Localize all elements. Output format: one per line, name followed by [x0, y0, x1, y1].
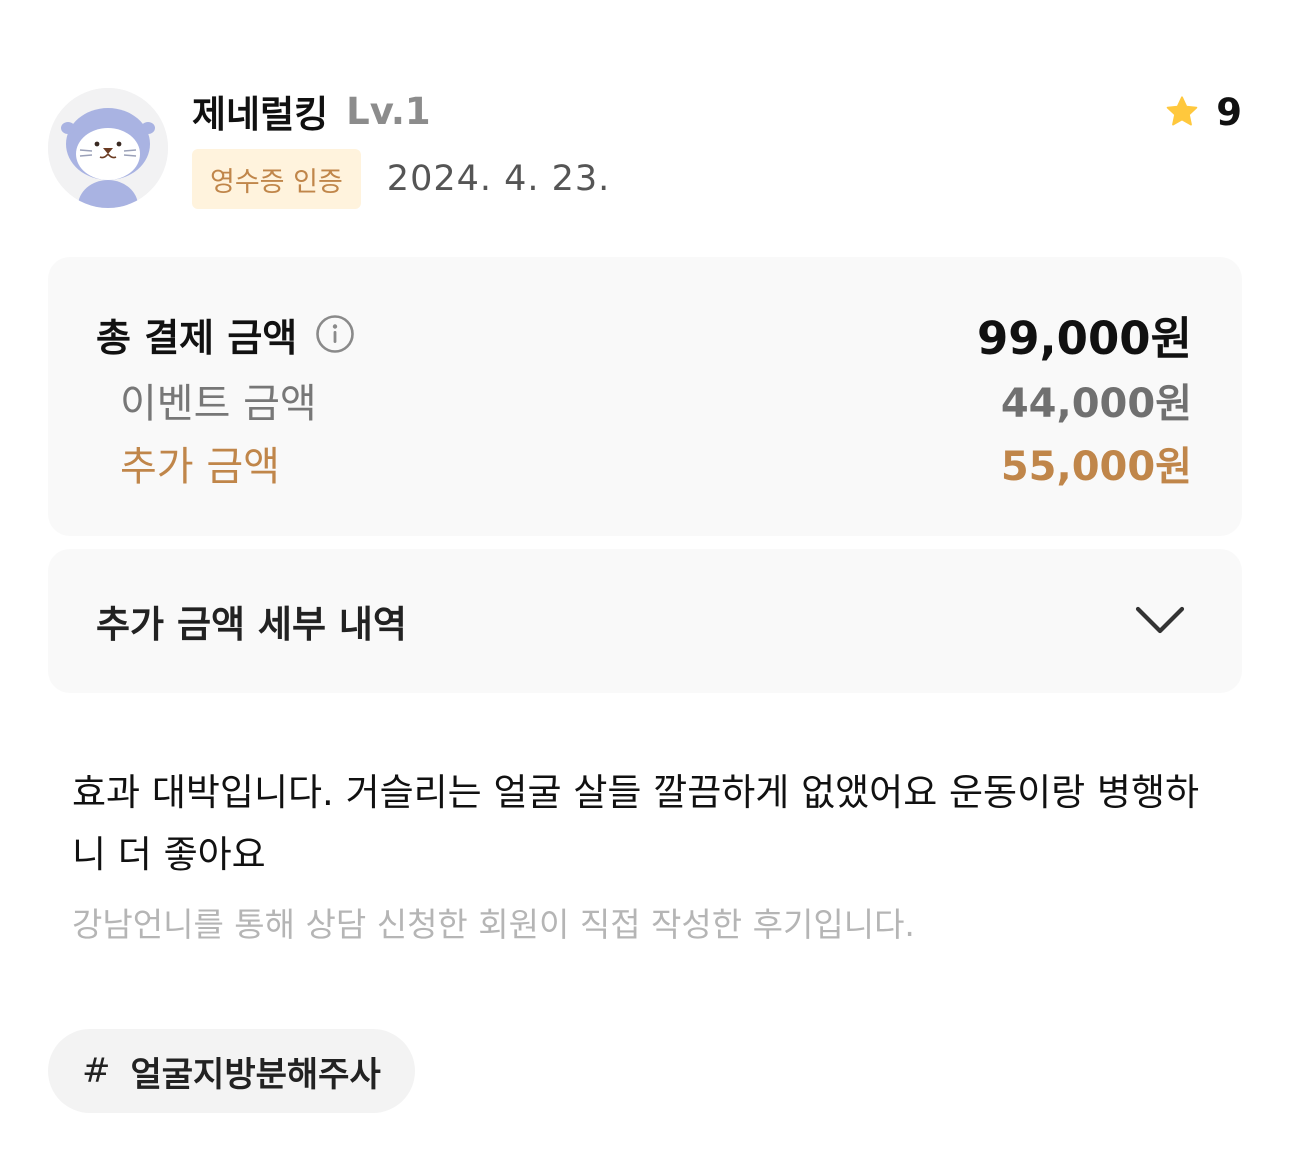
username[interactable]: 제네럴킹: [192, 84, 328, 138]
event-price-label: 이벤트 금액: [120, 381, 317, 427]
star-icon: [1164, 94, 1200, 130]
otter-avatar-icon: [48, 88, 168, 208]
review-text: 효과 대박입니다. 거슬리는 얼굴 살들 깔끔하게 없앴어요 운동이랑 병행하니…: [72, 771, 1200, 876]
rating: 9: [1164, 90, 1242, 134]
hashtag-chip[interactable]: # 얼굴지방분해주사: [48, 1029, 415, 1113]
total-price-row: 총 결제 금액 99,000원: [48, 306, 1242, 365]
hashtag-symbol: #: [82, 1051, 111, 1091]
user-level: Lv.1: [346, 89, 431, 133]
extra-price-detail-toggle[interactable]: 추가 금액 세부 내역: [48, 549, 1242, 693]
chevron-down-icon[interactable]: [1134, 603, 1186, 637]
event-price-amount: 44,000원: [1000, 381, 1192, 427]
hashtag-label: 얼굴지방분해주사: [130, 1054, 381, 1095]
username-row: 제네럴킹 Lv.1: [192, 88, 431, 137]
total-price-label: 총 결제 금액: [96, 315, 298, 360]
total-price-label-group: 총 결제 금액: [96, 306, 355, 362]
receipt-verified-badge: 영수증 인증: [192, 149, 361, 209]
info-icon[interactable]: [315, 314, 355, 354]
review-disclaimer: 강남언니를 통해 상담 신청한 회원이 직접 작성한 후기입니다.: [72, 905, 915, 944]
total-price-amount: 99,000원: [976, 311, 1192, 365]
avatar[interactable]: [48, 88, 168, 208]
review-date: 2024. 4. 23.: [386, 159, 611, 199]
price-summary-card: 총 결제 금액 99,000원 이벤트 금액 44,000원 추가 금액 55,…: [48, 257, 1242, 536]
meta-row: 영수증 인증 2024. 4. 23.: [192, 149, 610, 209]
extra-price-row: 추가 금액 55,000원: [48, 435, 1242, 491]
extra-price-label: 추가 금액: [120, 444, 280, 490]
extra-price-amount: 55,000원: [1000, 444, 1192, 490]
extra-price-detail-label: 추가 금액 세부 내역: [96, 603, 407, 646]
event-price-row: 이벤트 금액 44,000원: [48, 372, 1242, 428]
review-header: 제네럴킹 Lv.1 영수증 인증 2024. 4. 23. 9: [48, 88, 1242, 212]
rating-value: 9: [1216, 90, 1242, 134]
